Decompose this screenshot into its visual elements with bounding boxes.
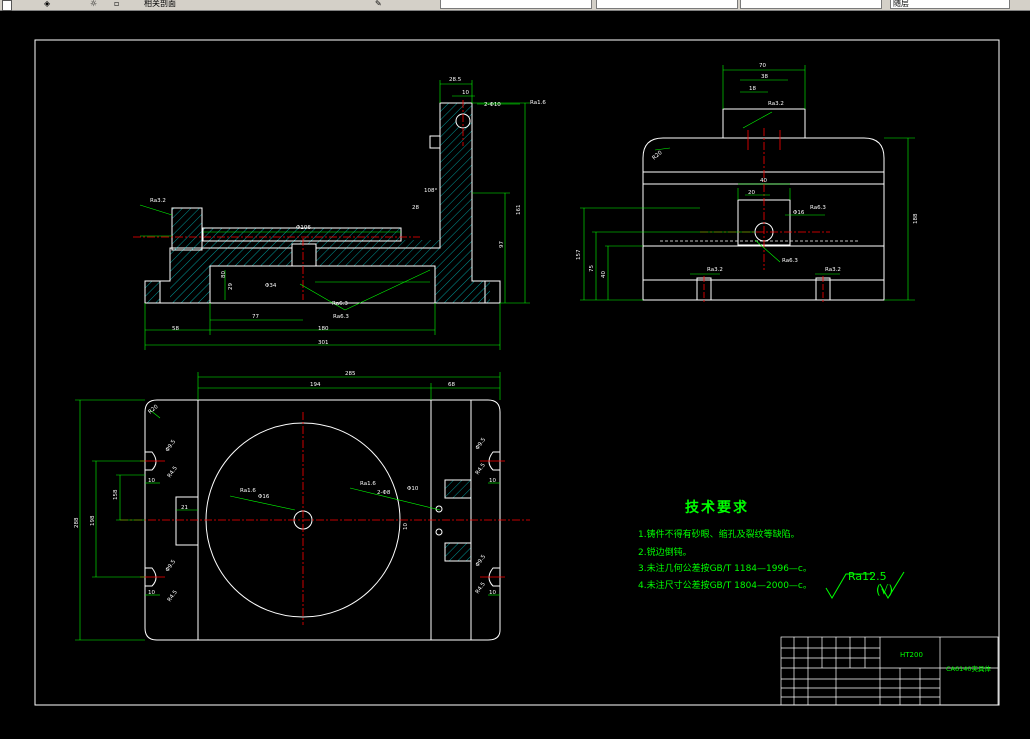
dim-phi16: Φ16 [793, 210, 805, 216]
rough-ra6-3-a: Ra6.3 [332, 301, 348, 307]
dim-r20-top: R20 [147, 404, 160, 416]
dim-21: 21 [181, 505, 188, 511]
dim-phi9-5-b: Φ9.5 [165, 559, 178, 574]
dim-161: 161 [516, 205, 522, 216]
lineweight-dropdown[interactable] [740, 0, 882, 9]
dim-58: 58 [172, 326, 179, 332]
dim-r4-5-b: R4.5 [167, 589, 179, 603]
dim-70: 70 [759, 63, 766, 69]
top-view: 285 194 68 R20 Φ9.5 R4.5 10 Φ9.5 R4.5 10… [74, 371, 530, 641]
dim-38: 38 [761, 74, 768, 80]
dim-20: 20 [748, 190, 755, 196]
color-dropdown[interactable] [440, 0, 592, 9]
dim-phi9-5-d: Φ9.5 [475, 554, 488, 569]
roughness-suffix: (√) [876, 583, 894, 597]
linetype-dropdown[interactable] [596, 0, 738, 9]
rough-ra1-6-b: Ra1.6 [360, 481, 376, 487]
dim-2-phi8: 2-Φ8 [377, 490, 391, 496]
dim-68: 68 [448, 382, 455, 388]
dim-28: 28 [412, 205, 419, 211]
rough-ra6-3-side: Ra6.3 [810, 205, 826, 211]
dim-r4-5-d: R4.5 [475, 581, 487, 595]
dim-10-e: 10 [489, 590, 496, 596]
dim-29: 29 [228, 283, 234, 290]
lock-icon[interactable]: ▫ [114, 0, 122, 9]
dim-288: 288 [74, 517, 80, 528]
dim-10-c: 10 [403, 523, 409, 530]
rough-ra3-2: Ra3.2 [150, 198, 166, 204]
dim-158: 158 [113, 489, 119, 500]
side-view: 70 38 18 Ra3.2 R20 40 20 Φ16 Ra6.3 Ra3.2… [576, 63, 919, 302]
plotstyle-dropdown[interactable]: 随层 [890, 0, 1010, 9]
note-item-4: 4.未注尺寸公差按GB/T 1804—2000—c。 [638, 581, 812, 591]
dim-r4-5-a: R4.5 [167, 465, 179, 479]
rough-ra6-3-hole: Ra6.3 [782, 258, 798, 264]
sun-icon[interactable]: ☼ [90, 0, 98, 9]
layer-dropdown[interactable]: 相关剖面 [144, 0, 224, 9]
drawing-canvas[interactable]: 28.5 10 2-Φ10 Ra1.6 Ra3.2 Φ106 161 97 Ra… [0, 10, 1030, 739]
dim-75: 75 [589, 265, 595, 272]
rough-ra3-2-a: Ra3.2 [707, 267, 723, 273]
rough-ra6-3-b: Ra6.3 [333, 314, 349, 320]
rough-ra1-6: Ra1.6 [530, 100, 546, 106]
dim-97: 97 [499, 241, 505, 248]
dim-77: 77 [252, 314, 259, 320]
dim-phi34: Φ34 [265, 283, 277, 289]
dim-285: 285 [345, 371, 356, 377]
dim-194: 194 [310, 382, 321, 388]
layer-dropdown-label: 相关剖面 [144, 0, 176, 8]
dim-180: 180 [318, 326, 329, 332]
dim-301: 301 [318, 340, 329, 346]
title-block-drawing-name: CA6140夹具体 [946, 665, 992, 673]
dim-r4-5-c: R4.5 [475, 462, 487, 476]
dim-188: 188 [913, 213, 919, 224]
drawing-border [34, 39, 1000, 706]
front-view-dims: 28.5 10 2-Φ10 Ra1.6 Ra3.2 Φ106 161 97 Ra… [150, 77, 546, 346]
dim-phi16-top: Φ16 [258, 494, 270, 500]
dim-40: 40 [760, 178, 767, 184]
dim-40-v: 40 [601, 271, 607, 278]
notes-title: 技术要求 [685, 500, 749, 516]
dim-108deg: 108° [424, 188, 437, 194]
front-view: 28.5 10 2-Φ10 Ra1.6 Ra3.2 Φ106 161 97 Ra… [133, 77, 546, 350]
dim-phi10-top: Φ10 [407, 486, 419, 492]
dim-phi106: Φ106 [296, 225, 311, 231]
rough-ra1-6-top: Ra1.6 [240, 488, 256, 494]
roughness-value: Ra12.5 [848, 570, 887, 583]
dim-10-b: 10 [148, 590, 155, 596]
dim-10-a: 10 [148, 478, 155, 484]
dim-10-d: 10 [489, 478, 496, 484]
rough-ra3-2-b: Ra3.2 [825, 267, 841, 273]
dim-10: 10 [462, 90, 469, 96]
dim-157: 157 [576, 249, 582, 260]
dim-r20: R20 [651, 150, 664, 162]
dim-phi9-5-a: Φ9.5 [165, 439, 178, 454]
note-item-1: 1.铸件不得有砂眼、缩孔及裂纹等缺陷。 [638, 530, 800, 540]
top-view-dims: 285 194 68 R20 Φ9.5 R4.5 10 Φ9.5 R4.5 10… [74, 371, 496, 603]
note-item-2: 2.锐边倒钝。 [638, 548, 692, 558]
layer-tool-icon[interactable]: ✎ [375, 0, 385, 9]
title-block-material: HT200 [900, 651, 923, 659]
dim-phi9-5-c: Φ9.5 [475, 437, 488, 452]
dim-198: 198 [90, 515, 96, 526]
rough-ra3-2-top: Ra3.2 [768, 101, 784, 107]
dim-18: 18 [749, 86, 756, 92]
dim-2-phi10: 2-Φ10 [484, 102, 501, 108]
layer-icon[interactable]: ◈ [44, 0, 52, 9]
note-item-3: 3.未注几何公差按GB/T 1184—1996—c。 [638, 564, 812, 574]
dim-28-5: 28.5 [449, 77, 462, 83]
dim-80: 80 [221, 271, 227, 278]
